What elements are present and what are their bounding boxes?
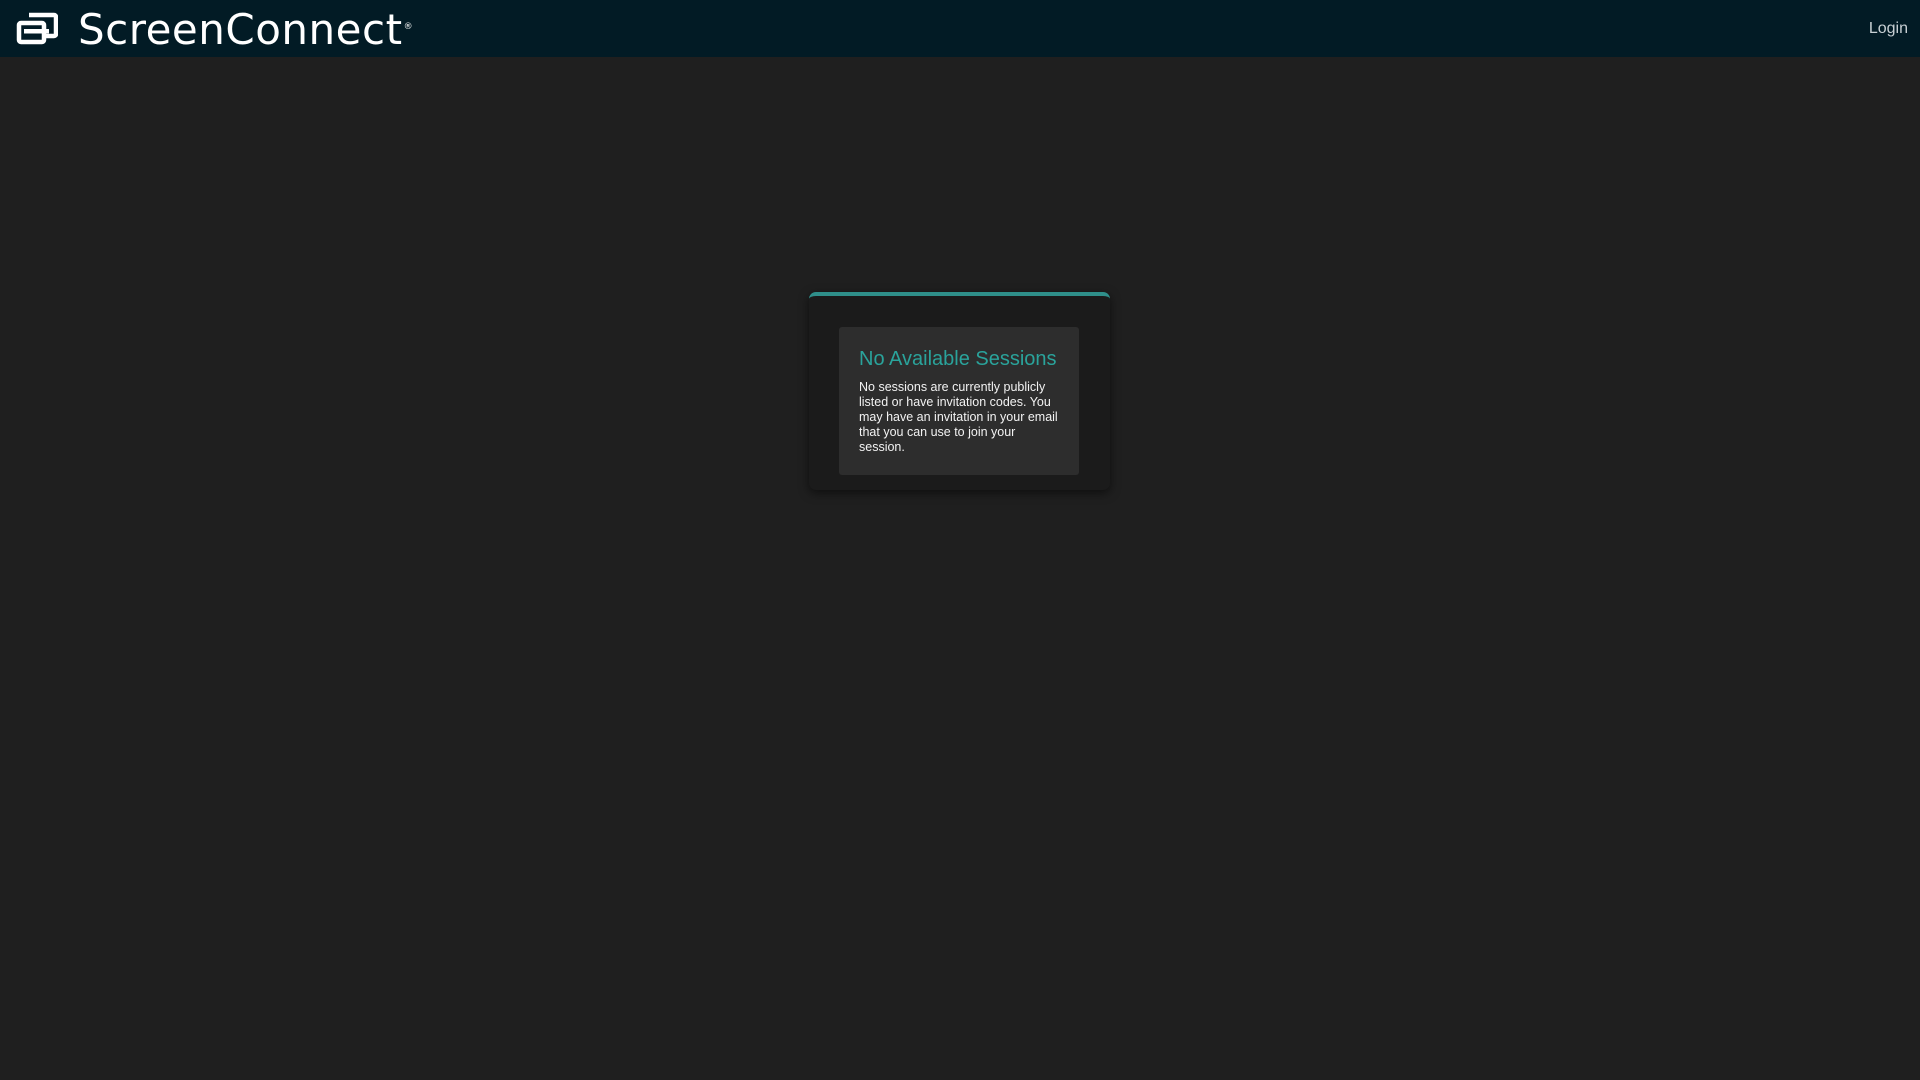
- brand: ScreenConnect®: [16, 0, 413, 57]
- screenconnect-logo-icon: [16, 12, 58, 44]
- message-title: No Available Sessions: [859, 348, 1057, 370]
- top-header: ScreenConnect® Login: [0, 0, 1920, 57]
- brand-name: ScreenConnect®: [78, 5, 414, 54]
- registered-mark: ®: [403, 22, 414, 32]
- no-sessions-message-box: No Available Sessions No sessions are cu…: [839, 327, 1079, 475]
- sessions-panel: No Available Sessions No sessions are cu…: [809, 292, 1110, 490]
- message-text: No sessions are currently publicly liste…: [859, 380, 1058, 454]
- login-link[interactable]: Login: [1869, 0, 1908, 57]
